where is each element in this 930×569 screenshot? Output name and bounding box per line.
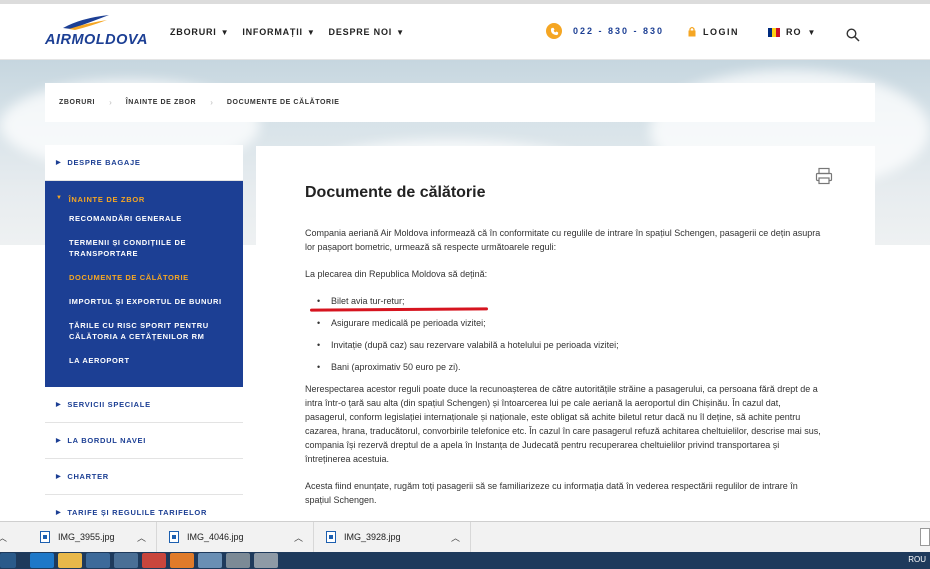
- image-file-icon: [169, 531, 179, 543]
- paragraph-intro: Compania aeriană Air Moldova informează …: [305, 228, 821, 252]
- chevron-down-icon: ▼: [807, 27, 817, 37]
- login-button[interactable]: LOGIN: [688, 26, 739, 37]
- chrome-icon[interactable]: [142, 553, 166, 568]
- sidebar-subitem-recomandari[interactable]: RECOMANDĂRI GENERALE: [45, 213, 243, 237]
- nav-informatii[interactable]: INFORMAȚII ▼: [242, 27, 315, 37]
- chevron-right-icon: ▶: [56, 510, 62, 516]
- nav-despre-noi[interactable]: DESPRE NOI ▼: [329, 27, 405, 37]
- nav-zboruri-label: ZBORURI: [170, 27, 217, 37]
- chevron-up-icon[interactable]: ︿: [137, 531, 146, 544]
- article-body: Compania aeriană Air Moldova informează …: [305, 226, 825, 520]
- main-nav: ZBORURI ▼ INFORMAȚII ▼ DESPRE NOI ▼: [170, 27, 405, 37]
- sidebar-item-inainte-de-zbor[interactable]: ▼ ÎNAINTE DE ZBOR: [45, 191, 243, 213]
- app-icon[interactable]: [170, 553, 194, 568]
- breadcrumb-current: DOCUMENTE DE CĂLĂTORIE: [226, 99, 340, 106]
- nav-informatii-label: INFORMAȚII: [242, 27, 303, 37]
- printer-icon[interactable]: [815, 167, 833, 185]
- breadcrumb-inainte-de-zbor[interactable]: ÎNAINTE DE ZBOR: [126, 99, 196, 106]
- download-item[interactable]: ︿ IMG_3955.jpg ︿: [0, 521, 157, 553]
- app-icon[interactable]: [254, 553, 278, 568]
- list-item: Asigurare medicală pe perioada vizitei;: [305, 316, 825, 330]
- chevron-right-icon: ▶: [56, 402, 62, 408]
- sidebar-subitem-termenii[interactable]: TERMENII ȘI CONDIȚIILE DE TRANSPORTARE: [45, 237, 243, 272]
- sidebar-item-la-bordul-navei[interactable]: ▶ LA BORDUL NAVEI: [45, 423, 243, 459]
- phone-icon: [546, 23, 562, 39]
- sidebar-item-charter[interactable]: ▶ CHARTER: [45, 459, 243, 495]
- sidebar-item-label: ÎNAINTE DE ZBOR: [68, 195, 145, 204]
- romania-flag-icon: [768, 27, 780, 37]
- sidebar-item-label: CHARTER: [67, 472, 109, 481]
- sidebar-subitem-tari-risc[interactable]: ȚĂRILE CU RISC SPORIT PENTRU CĂLĂTORIA A…: [45, 320, 243, 355]
- sidebar-item-label: SERVICII SPECIALE: [67, 400, 151, 409]
- breadcrumb: ZBORURI › ÎNAINTE DE ZBOR › DOCUMENTE DE…: [45, 83, 875, 122]
- app-icon[interactable]: [114, 553, 138, 568]
- windows-taskbar: ROU: [0, 552, 930, 569]
- app-icon[interactable]: [226, 553, 250, 568]
- nav-zboruri[interactable]: ZBORURI ▼: [170, 27, 229, 37]
- logo-wing-icon: [63, 15, 109, 30]
- download-filename: IMG_4046.jpg: [187, 532, 244, 542]
- main-content: Documente de călătorie Compania aeriană …: [256, 146, 875, 526]
- language-label: RO: [786, 27, 802, 37]
- chevron-up-icon[interactable]: ︿: [0, 531, 7, 544]
- chevron-right-icon: ▶: [56, 474, 62, 480]
- airmoldova-logo[interactable]: AIRMOLDOVA: [45, 14, 170, 52]
- chevron-right-icon: ▶: [56, 438, 62, 444]
- download-filename: IMG_3955.jpg: [58, 532, 115, 542]
- phone-number: 022 - 830 - 830: [573, 26, 665, 36]
- sidebar-section-inainte-de-zbor: ▼ ÎNAINTE DE ZBOR RECOMANDĂRI GENERALE TE…: [45, 181, 243, 387]
- sidebar-item-label: TARIFE ȘI REGULILE TARIFELOR: [67, 508, 208, 517]
- paragraph-departure: La plecarea din Republica Moldova să deț…: [305, 269, 488, 279]
- sidebar-item-label: LA BORDUL NAVEI: [67, 436, 147, 445]
- list-item: Bani (aproximativ 50 euro pe zi).: [305, 360, 825, 374]
- app-icon[interactable]: [198, 553, 222, 568]
- sidebar-subitem-la-aeroport[interactable]: LA AEROPORT: [45, 355, 243, 379]
- sidebar-subitem-documente[interactable]: DOCUMENTE DE CĂLĂTORIE: [45, 272, 243, 296]
- download-filename: IMG_3928.jpg: [344, 532, 401, 542]
- paragraph-consequences: Nerespectarea acestor reguli poate duce …: [305, 384, 821, 464]
- breadcrumb-separator-icon: ›: [109, 98, 112, 107]
- system-tray: ROU: [908, 555, 926, 564]
- chevron-down-icon: ▼: [56, 195, 63, 201]
- image-file-icon: [40, 531, 50, 543]
- chevron-down-icon: ▼: [396, 27, 405, 37]
- start-button-icon[interactable]: [0, 553, 16, 568]
- sidebar: ▶ DESPRE BAGAJE ▼ ÎNAINTE DE ZBOR RECOMAND…: [45, 145, 243, 531]
- login-label: LOGIN: [703, 26, 739, 37]
- breadcrumb-zboruri[interactable]: ZBORURI: [59, 99, 95, 106]
- sidebar-subitem-import-export[interactable]: IMPORTUL ȘI EXPORTUL DE BUNURI: [45, 296, 243, 320]
- download-bar: ︿ IMG_3955.jpg ︿ IMG_4046.jpg ︿ IMG_3928…: [0, 521, 930, 553]
- chevron-down-icon: ▼: [220, 27, 230, 37]
- requirements-list: Bilet avia tur-retur; Asigurare medicală…: [305, 294, 825, 374]
- chevron-up-icon[interactable]: ︿: [294, 531, 303, 544]
- chevron-down-icon: ▼: [306, 27, 316, 37]
- image-file-icon: [326, 531, 336, 543]
- site-header: AIRMOLDOVA ZBORURI ▼ INFORMAȚII ▼ DESPRE N…: [0, 4, 930, 60]
- paragraph-closing: Acesta fiind enunțate, rugăm toți pasage…: [305, 481, 798, 505]
- phone-contact[interactable]: 022 - 830 - 830: [546, 23, 664, 39]
- sidebar-item-label: DESPRE BAGAJE: [67, 158, 141, 167]
- folder-icon[interactable]: [58, 553, 82, 568]
- nav-despre-noi-label: DESPRE NOI: [328, 27, 393, 37]
- logo-text: AIRMOLDOVA: [45, 32, 149, 48]
- sidebar-item-servicii-speciale[interactable]: ▶ SERVICII SPECIALE: [45, 387, 243, 423]
- show-all-downloads-button[interactable]: [920, 528, 930, 546]
- ie-icon[interactable]: [30, 553, 54, 568]
- download-item[interactable]: IMG_3928.jpg ︿: [314, 521, 471, 553]
- chevron-right-icon: ▶: [56, 160, 62, 166]
- search-icon[interactable]: [846, 28, 860, 42]
- download-item[interactable]: IMG_4046.jpg ︿: [157, 521, 314, 553]
- language-selector[interactable]: RO ▼: [768, 27, 816, 37]
- chevron-up-icon[interactable]: ︿: [451, 531, 460, 544]
- list-item: Invitație (după caz) sau rezervare valab…: [305, 338, 825, 352]
- store-icon[interactable]: [86, 553, 110, 568]
- tray-language[interactable]: ROU: [908, 555, 926, 564]
- list-item: Bilet avia tur-retur;: [305, 294, 825, 308]
- breadcrumb-separator-icon: ›: [210, 98, 213, 107]
- lock-icon: [688, 26, 696, 37]
- sidebar-item-despre-bagaje[interactable]: ▶ DESPRE BAGAJE: [45, 145, 243, 181]
- page-title: Documente de călătorie: [305, 184, 486, 201]
